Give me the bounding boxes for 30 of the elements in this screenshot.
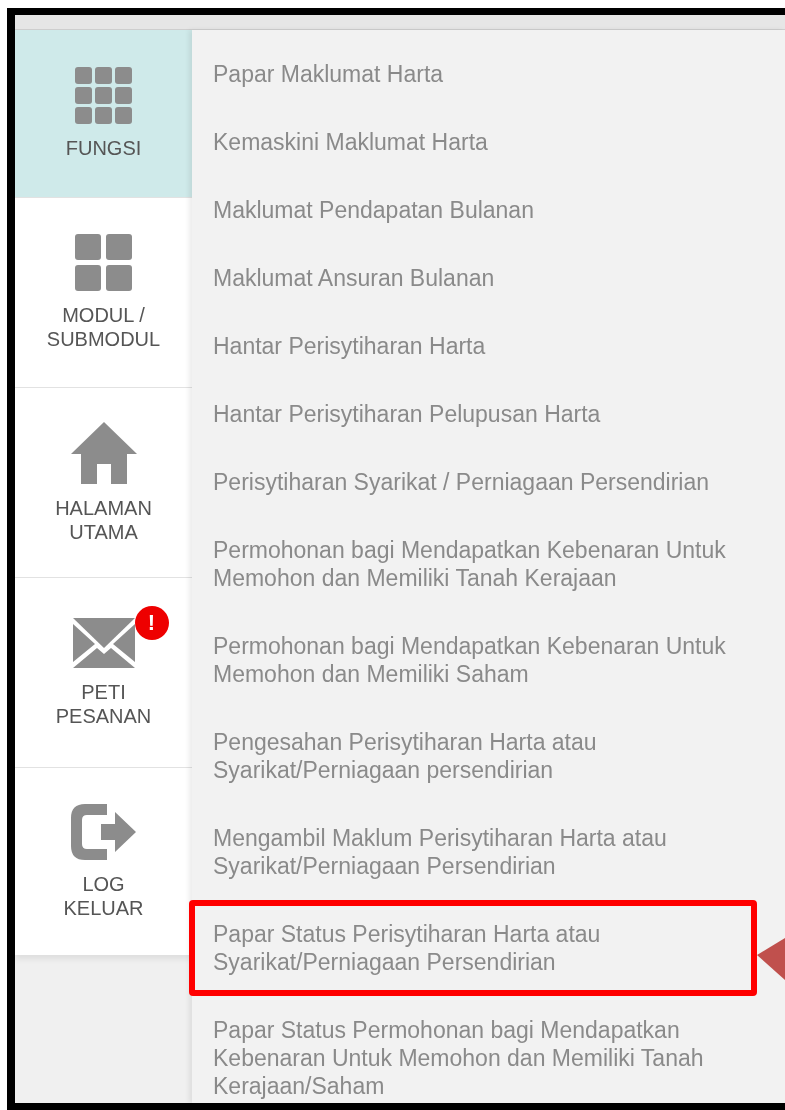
envelope-icon bbox=[72, 617, 135, 668]
menu-item[interactable]: Maklumat Pendapatan Bulanan bbox=[192, 176, 777, 244]
four-squares-icon bbox=[75, 234, 132, 291]
menu-item[interactable]: Maklumat Ansuran Bulanan bbox=[192, 244, 777, 312]
grid-icon bbox=[75, 67, 132, 124]
sidebar-label: HALAMAN UTAMA bbox=[54, 495, 153, 544]
menu-item[interactable]: Permohonan bagi Mendapatkan Kebenaran Untuk Memohon dan Memiliki Saham bbox=[192, 612, 777, 708]
sidebar-item[interactable]: LOG KELUAR bbox=[15, 767, 192, 955]
menu-item[interactable]: Hantar Perisytiharan Pelupusan Harta bbox=[192, 380, 777, 448]
sidebar-label: FUNGSI bbox=[64, 136, 143, 160]
sidebar-label: LOG KELUAR bbox=[62, 871, 145, 920]
menu-item[interactable]: Papar Status Permohonan bagi Mendapatkan Kebenaran Untuk Memohon dan Memiliki Tanah Kerajaan/Saham bbox=[192, 996, 777, 1110]
menu-item[interactable]: Hantar Perisytiharan Harta bbox=[192, 312, 777, 380]
sidebar-label: MODUL / SUBMODUL bbox=[45, 303, 162, 351]
sidebar-item[interactable]: FUNGSI bbox=[15, 30, 192, 197]
logout-icon bbox=[70, 803, 137, 860]
menu-item[interactable]: Kemaskini Maklumat Harta bbox=[192, 108, 777, 176]
sidebar-item[interactable]: MODUL / SUBMODUL bbox=[15, 197, 192, 387]
sidebar-label: PETI PESANAN bbox=[54, 679, 153, 728]
menu-item[interactable]: Mengambil Maklum Perisytiharan Harta atau Syarikat/Perniagaan Persendirian bbox=[192, 804, 777, 900]
menu-item[interactable]: Papar Status Perisytiharan Harta atau Syarikat/Perniagaan Persendirian bbox=[189, 900, 757, 996]
sidebar-item[interactable]: ! PETI PESANAN bbox=[15, 577, 192, 767]
sidebar-item[interactable]: HALAMAN UTAMA bbox=[15, 387, 192, 577]
menu-item[interactable]: Perisytiharan Syarikat / Perniagaan Persendirian bbox=[192, 448, 777, 516]
menu-item[interactable]: Pengesahan Perisytiharan Harta atau Syarikat/Perniagaan persendirian bbox=[192, 708, 777, 804]
pointer-arrow bbox=[757, 938, 785, 980]
home-icon bbox=[70, 421, 137, 484]
menu-item[interactable]: Permohonan bagi Mendapatkan Kebenaran Untuk Memohon dan Memiliki Tanah Kerajaan bbox=[192, 516, 777, 612]
alert-badge: ! bbox=[134, 605, 169, 640]
menu-item[interactable]: Papar Maklumat Harta bbox=[192, 40, 777, 108]
